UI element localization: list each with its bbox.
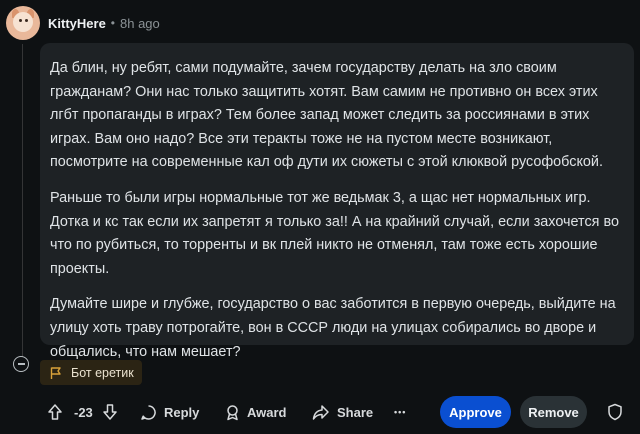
avatar-eye-right <box>25 19 28 22</box>
mod-flair-badge[interactable]: Бот еретик <box>40 360 142 385</box>
downvote-icon <box>103 404 117 420</box>
share-label: Share <box>337 404 374 420</box>
flag-icon <box>50 366 61 379</box>
share-icon <box>312 404 329 420</box>
comment-paragraph-3: Думайте шире и глубже, государство о вас… <box>50 296 616 360</box>
score-value: -23 <box>74 404 93 420</box>
flair-label: Бот еретик <box>71 365 134 380</box>
comment-body: Да блин, ну ребят, сами подумайте, зачем… <box>40 43 634 360</box>
comment-action-bar: -23 Reply Award Share ••• Approve Remove <box>40 396 640 428</box>
username-link[interactable]: KittyHere <box>48 16 106 31</box>
upvote-button[interactable] <box>47 396 63 428</box>
user-avatar[interactable] <box>6 6 40 40</box>
upvote-icon <box>48 404 62 420</box>
approve-button[interactable]: Approve <box>440 396 511 428</box>
downvote-button[interactable] <box>102 396 118 428</box>
award-icon <box>227 404 238 420</box>
reply-icon <box>141 404 156 420</box>
award-button[interactable]: Award <box>224 396 287 428</box>
more-options-button[interactable]: ••• <box>394 396 406 428</box>
vote-score: -23 <box>74 396 93 428</box>
remove-button[interactable]: Remove <box>520 396 587 428</box>
mod-shield-button[interactable] <box>607 396 623 428</box>
comment-header: KittyHere • 8h ago <box>6 6 160 40</box>
avatar-eye-left <box>19 19 22 22</box>
more-icon: ••• <box>394 407 407 417</box>
reply-label: Reply <box>164 404 200 420</box>
thread-line[interactable] <box>22 44 23 362</box>
award-label: Award <box>247 404 287 420</box>
reply-button[interactable]: Reply <box>140 396 199 428</box>
comment-paragraph-2: Раньше то были игры нормальные тот же ве… <box>50 189 619 277</box>
shield-icon <box>608 403 622 421</box>
comment-timestamp[interactable]: 8h ago <box>120 16 160 31</box>
collapse-minus <box>17 363 25 365</box>
separator-dot: • <box>110 16 115 30</box>
avatar-face <box>13 12 33 32</box>
comment-paragraph-1: Да блин, ну ребят, сами подумайте, зачем… <box>50 60 603 171</box>
share-button[interactable]: Share <box>312 396 373 428</box>
collapse-icon[interactable] <box>13 356 29 372</box>
